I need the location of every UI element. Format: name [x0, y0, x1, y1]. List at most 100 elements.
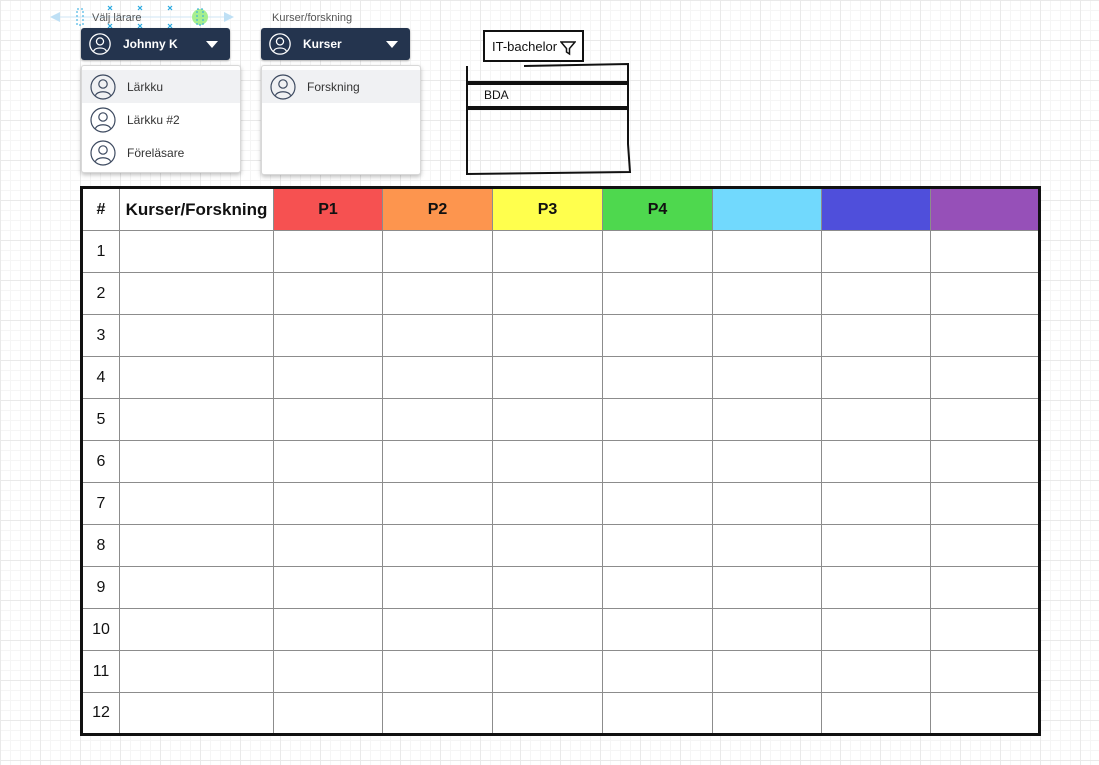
schedule-cell[interactable] — [930, 566, 1040, 609]
schedule-cell[interactable] — [602, 230, 713, 273]
schedule-cell[interactable] — [821, 272, 931, 315]
teacher-option-larkku-2[interactable]: Lärkku #2 — [82, 103, 240, 136]
schedule-cell[interactable] — [930, 398, 1040, 441]
schedule-cell[interactable] — [712, 650, 822, 693]
schedule-cell[interactable] — [382, 566, 493, 609]
schedule-cell[interactable] — [930, 356, 1040, 399]
schedule-cell[interactable] — [382, 314, 493, 357]
schedule-cell[interactable] — [821, 608, 931, 651]
schedule-cell[interactable] — [119, 272, 274, 315]
schedule-cell[interactable] — [273, 566, 383, 609]
schedule-cell[interactable] — [712, 440, 822, 483]
schedule-cell[interactable] — [602, 608, 713, 651]
schedule-cell[interactable] — [492, 650, 603, 693]
schedule-cell[interactable] — [602, 314, 713, 357]
schedule-cell[interactable] — [382, 524, 493, 567]
schedule-cell[interactable] — [119, 314, 274, 357]
course-option-forskning[interactable]: Forskning — [262, 70, 420, 103]
schedule-cell[interactable] — [492, 356, 603, 399]
schedule-cell[interactable] — [930, 524, 1040, 567]
schedule-cell[interactable] — [273, 608, 383, 651]
schedule-cell[interactable] — [930, 230, 1040, 273]
schedule-cell[interactable] — [119, 524, 274, 567]
schedule-cell[interactable] — [602, 566, 713, 609]
schedule-cell[interactable] — [273, 272, 383, 315]
schedule-cell[interactable] — [602, 482, 713, 525]
schedule-cell[interactable] — [382, 272, 493, 315]
schedule-cell[interactable] — [930, 440, 1040, 483]
schedule-cell[interactable] — [821, 482, 931, 525]
schedule-cell[interactable] — [273, 482, 383, 525]
schedule-cell[interactable] — [602, 398, 713, 441]
schedule-cell[interactable] — [273, 650, 383, 693]
schedule-cell[interactable] — [119, 398, 274, 441]
schedule-cell[interactable] — [119, 650, 274, 693]
schedule-cell[interactable] — [382, 608, 493, 651]
schedule-cell[interactable] — [821, 650, 931, 693]
schedule-cell[interactable] — [712, 314, 822, 357]
program-filter-input[interactable]: IT-bachelor — [483, 30, 584, 62]
schedule-cell[interactable] — [273, 692, 383, 735]
schedule-cell[interactable] — [821, 398, 931, 441]
schedule-cell[interactable] — [602, 440, 713, 483]
schedule-cell[interactable] — [492, 230, 603, 273]
schedule-cell[interactable] — [930, 314, 1040, 357]
schedule-cell[interactable] — [119, 608, 274, 651]
schedule-cell[interactable] — [492, 314, 603, 357]
schedule-cell[interactable] — [273, 440, 383, 483]
schedule-cell[interactable] — [382, 398, 493, 441]
schedule-cell[interactable] — [492, 692, 603, 735]
schedule-cell[interactable] — [273, 398, 383, 441]
schedule-cell[interactable] — [821, 692, 931, 735]
schedule-cell[interactable] — [602, 272, 713, 315]
schedule-cell[interactable] — [119, 230, 274, 273]
schedule-cell[interactable] — [382, 650, 493, 693]
schedule-cell[interactable] — [602, 524, 713, 567]
schedule-cell[interactable] — [492, 608, 603, 651]
schedule-cell[interactable] — [382, 440, 493, 483]
schedule-cell[interactable] — [930, 272, 1040, 315]
schedule-cell[interactable] — [273, 356, 383, 399]
schedule-cell[interactable] — [712, 230, 822, 273]
schedule-cell[interactable] — [930, 692, 1040, 735]
schedule-cell[interactable] — [930, 608, 1040, 651]
teacher-option-forelasare[interactable]: Föreläsare — [82, 136, 240, 169]
schedule-cell[interactable] — [382, 692, 493, 735]
schedule-cell[interactable] — [119, 356, 274, 399]
teacher-option-larkku[interactable]: Lärkku — [82, 70, 240, 103]
program-list-item[interactable]: BDA — [484, 88, 509, 102]
schedule-cell[interactable] — [821, 524, 931, 567]
schedule-cell[interactable] — [273, 230, 383, 273]
schedule-cell[interactable] — [712, 692, 822, 735]
schedule-cell[interactable] — [930, 650, 1040, 693]
schedule-cell[interactable] — [712, 482, 822, 525]
schedule-cell[interactable] — [712, 566, 822, 609]
teacher-dropdown-button[interactable]: Johnny K — [81, 28, 230, 60]
schedule-cell[interactable] — [492, 482, 603, 525]
schedule-cell[interactable] — [492, 524, 603, 567]
schedule-cell[interactable] — [602, 692, 713, 735]
schedule-cell[interactable] — [712, 608, 822, 651]
schedule-cell[interactable] — [382, 230, 493, 273]
schedule-cell[interactable] — [821, 314, 931, 357]
schedule-cell[interactable] — [382, 482, 493, 525]
schedule-cell[interactable] — [712, 356, 822, 399]
schedule-cell[interactable] — [492, 398, 603, 441]
schedule-cell[interactable] — [821, 440, 931, 483]
schedule-cell[interactable] — [119, 566, 274, 609]
schedule-cell[interactable] — [492, 272, 603, 315]
schedule-cell[interactable] — [602, 650, 713, 693]
schedule-cell[interactable] — [712, 524, 822, 567]
schedule-cell[interactable] — [930, 482, 1040, 525]
schedule-cell[interactable] — [492, 566, 603, 609]
schedule-cell[interactable] — [273, 524, 383, 567]
schedule-cell[interactable] — [821, 230, 931, 273]
course-dropdown-button[interactable]: Kurser — [261, 28, 410, 60]
schedule-cell[interactable] — [492, 440, 603, 483]
schedule-cell[interactable] — [273, 314, 383, 357]
schedule-cell[interactable] — [119, 482, 274, 525]
schedule-cell[interactable] — [821, 356, 931, 399]
schedule-cell[interactable] — [119, 692, 274, 735]
schedule-cell[interactable] — [712, 272, 822, 315]
schedule-cell[interactable] — [602, 356, 713, 399]
